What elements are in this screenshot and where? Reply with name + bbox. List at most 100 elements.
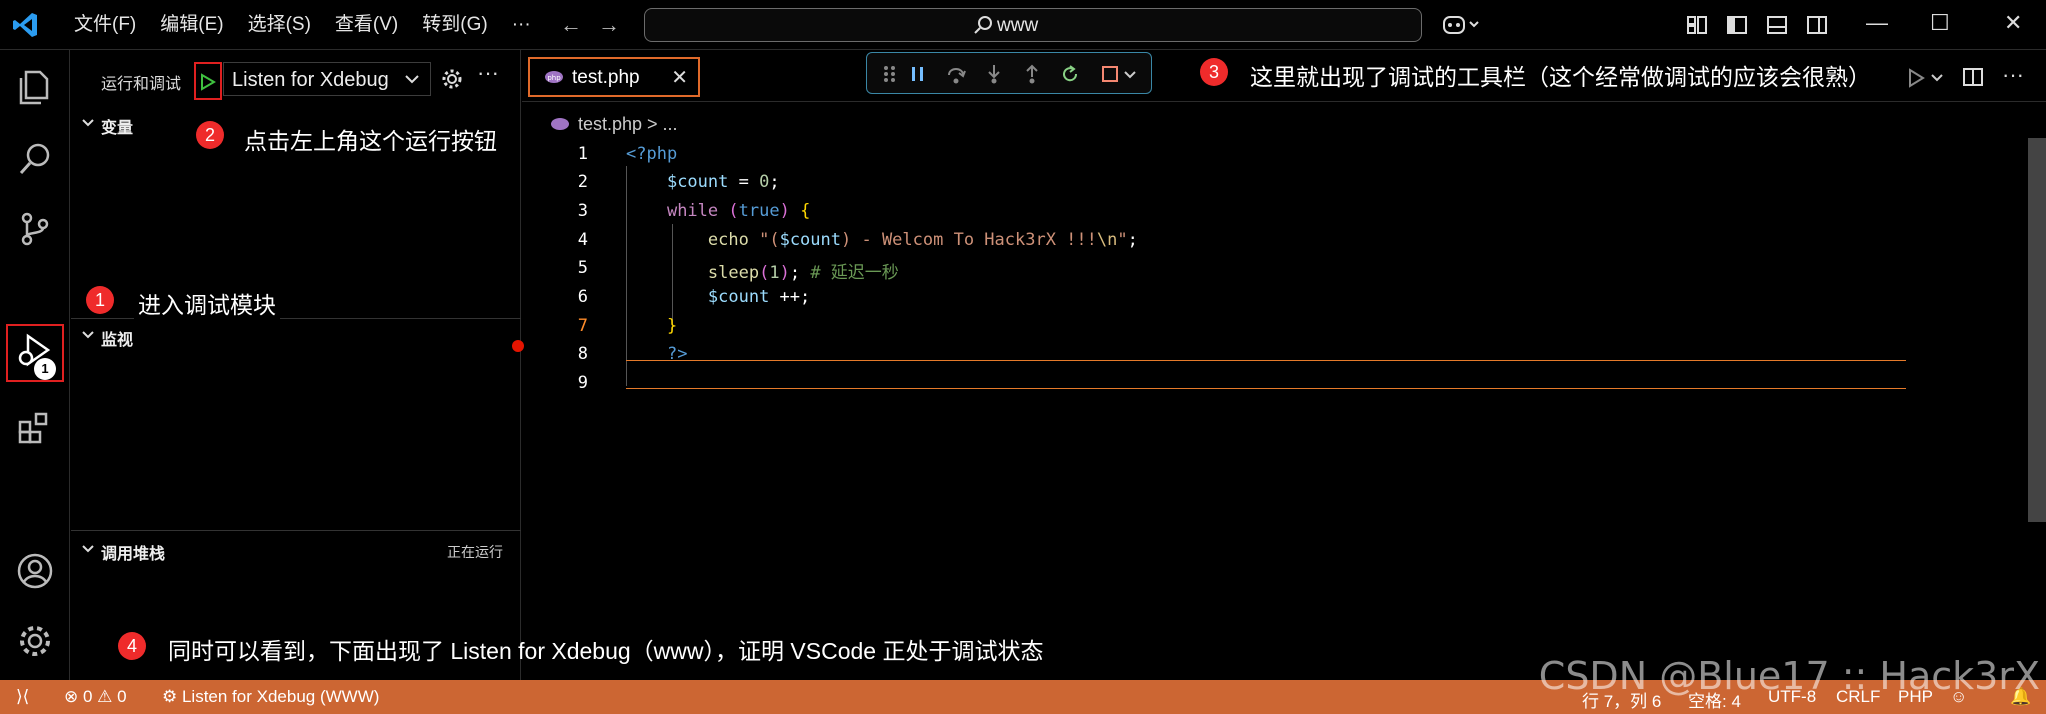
search-icon[interactable] bbox=[16, 140, 54, 178]
explorer-icon[interactable] bbox=[16, 68, 54, 106]
code-editor[interactable]: 1 2 3 4 5 6 7 8 9 <?php $count = 0; whil… bbox=[512, 140, 2046, 680]
code-line: $count ++; bbox=[707, 287, 811, 307]
code-line: $count = 0; bbox=[666, 172, 780, 192]
back-arrow-icon[interactable]: ← bbox=[560, 12, 582, 38]
settings-gear-icon[interactable] bbox=[16, 622, 54, 660]
chevron-down-icon[interactable] bbox=[1930, 72, 1944, 84]
code-line: } bbox=[666, 316, 678, 336]
annotation-4-text: 同时可以看到，下面出现了 Listen for Xdebug（www），证明 V… bbox=[168, 638, 1044, 664]
debug-config-value: Listen for Xdebug bbox=[232, 69, 389, 91]
start-debugging-button[interactable] bbox=[194, 62, 222, 100]
pause-icon[interactable] bbox=[907, 63, 929, 85]
step-out-icon[interactable] bbox=[1021, 63, 1043, 85]
vscode-logo-icon bbox=[13, 13, 37, 37]
more-actions-icon[interactable]: ··· bbox=[2002, 62, 2024, 88]
php-file-icon: php bbox=[545, 71, 563, 83]
code-line: echo "($count) - Welcom To Hack3rX !!!\n… bbox=[707, 230, 1138, 250]
vertical-scrollbar[interactable] bbox=[2028, 138, 2046, 522]
title-bar: 文件(F) 编辑(E) 选择(S) 查看(V) 转到(G) ··· ← → ww… bbox=[0, 0, 2046, 50]
play-icon bbox=[201, 73, 216, 91]
stop-icon[interactable] bbox=[1099, 63, 1121, 85]
sidebar-title: 运行和调试 bbox=[101, 76, 182, 93]
breadcrumb: test.php > ... bbox=[522, 108, 1422, 138]
drag-handle-icon[interactable] bbox=[879, 63, 901, 85]
chevron-down-icon bbox=[82, 331, 94, 339]
split-editor-icon[interactable] bbox=[1962, 66, 1984, 88]
annotation-2-text: 点击左上角这个运行按钮 bbox=[244, 128, 497, 154]
chevron-down-icon bbox=[405, 75, 419, 84]
toggle-primary-sidebar-icon[interactable] bbox=[1726, 14, 1748, 36]
annotation-1-text: 进入调试模块 bbox=[134, 286, 280, 320]
svg-text:php: php bbox=[547, 74, 561, 82]
close-tab-icon[interactable]: ✕ bbox=[671, 65, 688, 90]
annotation-3-text: 这里就出现了调试的工具栏（这个经常做调试的应该会很熟） bbox=[1250, 64, 1871, 90]
menu-go[interactable]: 转到(G) bbox=[410, 12, 499, 38]
restart-icon[interactable] bbox=[1059, 63, 1081, 85]
chevron-down-icon[interactable] bbox=[1123, 63, 1137, 85]
line-number: 1 bbox=[577, 144, 588, 164]
maximize-icon[interactable]: ☐ bbox=[1930, 10, 1950, 36]
sidebar-header: 运行和调试 Listen for Xdebug ··· bbox=[71, 50, 521, 110]
search-text: www bbox=[997, 15, 1039, 36]
callstack-status: 正在运行 bbox=[447, 544, 503, 560]
minimize-icon[interactable]: — bbox=[1866, 10, 1888, 36]
command-center-search[interactable]: www bbox=[644, 8, 1422, 42]
copilot-icon[interactable] bbox=[1442, 14, 1482, 36]
menu-edit[interactable]: 编辑(E) bbox=[148, 12, 235, 38]
chevron-down-icon bbox=[82, 545, 94, 553]
current-line-highlight bbox=[626, 360, 1906, 389]
step-into-icon[interactable] bbox=[983, 63, 1005, 85]
php-file-icon bbox=[551, 118, 569, 130]
watch-section-header[interactable]: 监视 bbox=[71, 322, 521, 350]
annotation-marker-4: 4 bbox=[118, 632, 146, 660]
source-control-icon[interactable] bbox=[16, 210, 54, 248]
annotation-marker-1: 1 bbox=[86, 286, 114, 314]
gear-icon[interactable] bbox=[441, 68, 463, 90]
menu-view[interactable]: 查看(V) bbox=[323, 12, 410, 38]
forward-arrow-icon[interactable]: → bbox=[598, 12, 620, 38]
accounts-icon[interactable] bbox=[16, 552, 54, 590]
remote-icon[interactable]: ⟩⟨ bbox=[16, 687, 29, 707]
customize-layout-icon[interactable] bbox=[1686, 14, 1708, 36]
divider bbox=[71, 530, 521, 531]
chevron-down-icon bbox=[82, 119, 94, 127]
line-number: 4 bbox=[577, 230, 588, 250]
extensions-icon[interactable] bbox=[16, 408, 54, 446]
debug-badge: 1 bbox=[34, 358, 56, 380]
callstack-section-header[interactable]: 调用堆栈 正在运行 bbox=[71, 536, 521, 564]
tab-label: test.php bbox=[572, 67, 640, 88]
variables-label: 变量 bbox=[101, 120, 134, 137]
problems-indicator[interactable]: ⊗ 0 ⚠ 0 bbox=[64, 687, 127, 707]
tab-test-php[interactable]: php test.php ✕ bbox=[528, 57, 700, 97]
more-actions-icon[interactable]: ··· bbox=[477, 60, 499, 86]
line-number: 3 bbox=[577, 201, 588, 221]
breadcrumb-text[interactable]: test.php > ... bbox=[578, 114, 678, 135]
search-icon bbox=[974, 16, 992, 34]
editor-area: php test.php ✕ ··· test.php > ... 1 2 3 … bbox=[512, 50, 2046, 680]
watermark: CSDN @Blue17 :: Hack3rX bbox=[1538, 654, 2040, 698]
debug-config-select[interactable]: Listen for Xdebug bbox=[223, 62, 431, 96]
menu-file[interactable]: 文件(F) bbox=[62, 12, 148, 38]
line-number: 9 bbox=[577, 373, 588, 393]
menu-selection[interactable]: 选择(S) bbox=[236, 12, 323, 38]
close-window-icon[interactable]: ✕ bbox=[2004, 10, 2022, 36]
line-number: 8 bbox=[577, 344, 588, 364]
code-line: sleep(1); # 延迟一秒 bbox=[707, 263, 899, 283]
activity-bar: 1 bbox=[0, 50, 70, 680]
line-number: 7 bbox=[577, 316, 588, 336]
step-over-icon[interactable] bbox=[945, 63, 967, 85]
watch-label: 监视 bbox=[101, 332, 134, 349]
run-icon[interactable] bbox=[1906, 68, 1926, 88]
debug-session-indicator[interactable]: ⚙ Listen for Xdebug (WWW) bbox=[162, 687, 379, 707]
line-number: 2 bbox=[577, 172, 588, 192]
menu-bar: 文件(F) 编辑(E) 选择(S) 查看(V) 转到(G) ··· bbox=[62, 12, 543, 38]
debug-session-label: Listen for Xdebug (WWW) bbox=[181, 687, 380, 706]
toggle-panel-icon[interactable] bbox=[1766, 14, 1788, 36]
menu-more[interactable]: ··· bbox=[500, 12, 543, 38]
code-line: ?> bbox=[666, 344, 688, 364]
annotation-marker-2: 2 bbox=[196, 121, 224, 149]
callstack-label: 调用堆栈 bbox=[101, 546, 166, 563]
toggle-secondary-sidebar-icon[interactable] bbox=[1806, 14, 1828, 36]
code-line: <?php bbox=[626, 144, 678, 164]
debug-toolbar bbox=[866, 52, 1152, 94]
